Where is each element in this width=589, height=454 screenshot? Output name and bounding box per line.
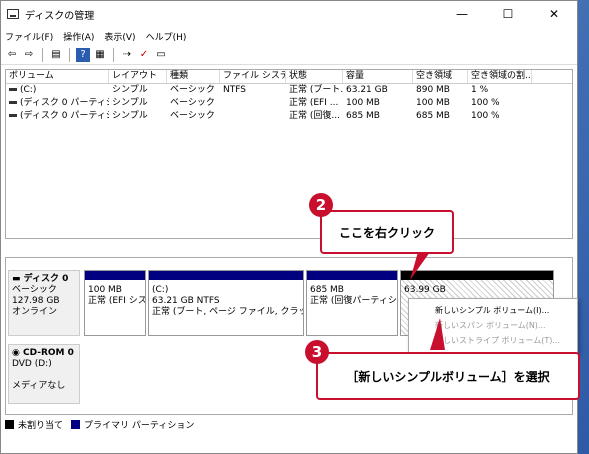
- arrow-to-menu-item: [430, 318, 445, 350]
- arrow-to-partition: [410, 252, 430, 280]
- callout-select-menu: ［新しいシンプルボリューム］を選択: [316, 352, 580, 400]
- step-3-badge: 3: [305, 340, 329, 364]
- callout-text: ［新しいシンプルボリューム］を選択: [346, 369, 550, 384]
